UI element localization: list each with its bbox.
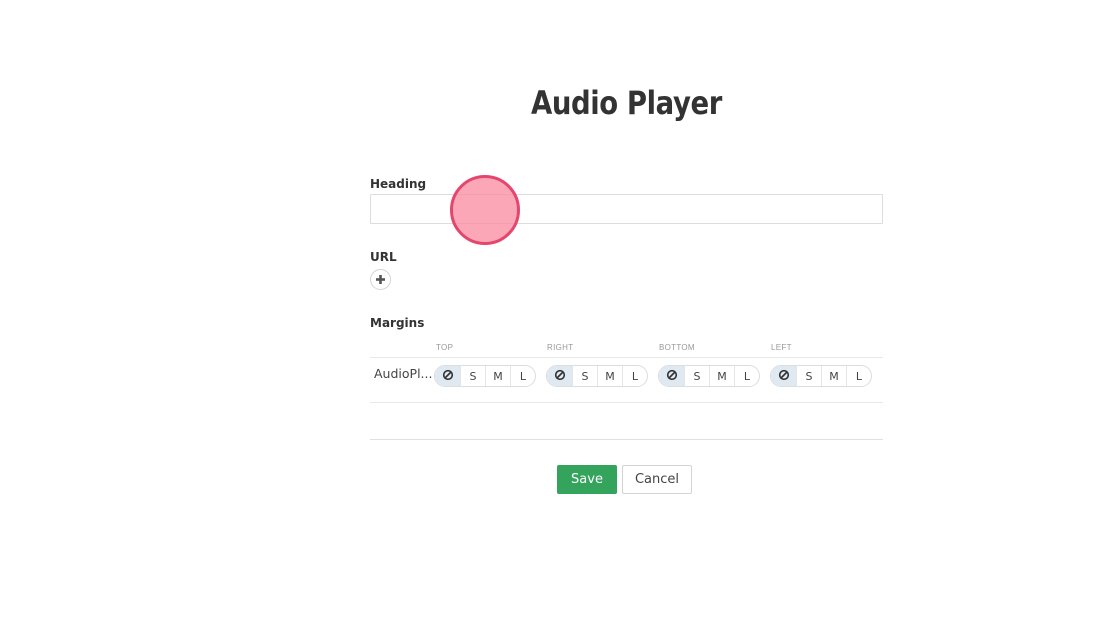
margin-bottom-selector: S M L	[658, 365, 760, 387]
margin-right-m-button[interactable]: M	[597, 366, 622, 386]
margin-top-l-button[interactable]: L	[510, 366, 535, 386]
margin-right-none-button[interactable]	[547, 366, 572, 386]
heading-label: Heading	[370, 177, 427, 191]
audio-player-editor: Audio Player Heading URL Margins TOP RIG…	[0, 0, 1120, 626]
cancel-button[interactable]: Cancel	[622, 465, 692, 494]
margin-top-s-button[interactable]: S	[460, 366, 485, 386]
margin-right-s-button[interactable]: S	[572, 366, 597, 386]
margins-label: Margins	[370, 316, 425, 330]
margin-bottom-s-button[interactable]: S	[684, 366, 709, 386]
none-icon	[442, 369, 454, 384]
margin-left-none-button[interactable]	[771, 366, 796, 386]
page-title: Audio Player	[530, 84, 722, 122]
add-url-button[interactable]	[370, 269, 391, 290]
column-header-left: LEFT	[771, 343, 792, 352]
url-label: URL	[370, 250, 397, 264]
margins-table: TOP RIGHT BOTTOM LEFT AudioPl... S M L S…	[370, 340, 883, 403]
row-divider	[370, 357, 883, 358]
none-icon	[554, 369, 566, 384]
none-icon	[666, 369, 678, 384]
heading-input[interactable]	[370, 194, 883, 224]
margin-left-s-button[interactable]: S	[796, 366, 821, 386]
form-divider	[370, 439, 883, 440]
margin-bottom-none-button[interactable]	[659, 366, 684, 386]
margin-right-l-button[interactable]: L	[622, 366, 647, 386]
margin-top-selector: S M L	[434, 365, 536, 387]
margin-left-selector: S M L	[770, 365, 872, 387]
margin-bottom-m-button[interactable]: M	[709, 366, 734, 386]
margin-bottom-l-button[interactable]: L	[734, 366, 759, 386]
margin-top-none-button[interactable]	[435, 366, 460, 386]
none-icon	[778, 369, 790, 384]
column-header-top: TOP	[436, 343, 454, 352]
margin-left-m-button[interactable]: M	[821, 366, 846, 386]
column-header-right: RIGHT	[547, 343, 574, 352]
save-button[interactable]: Save	[557, 465, 617, 494]
margin-right-selector: S M L	[546, 365, 648, 387]
margin-left-l-button[interactable]: L	[846, 366, 871, 386]
margin-row-name: AudioPl...	[374, 366, 432, 381]
plus-icon	[375, 274, 386, 285]
row-divider	[370, 402, 883, 403]
margin-top-m-button[interactable]: M	[485, 366, 510, 386]
column-header-bottom: BOTTOM	[659, 343, 695, 352]
